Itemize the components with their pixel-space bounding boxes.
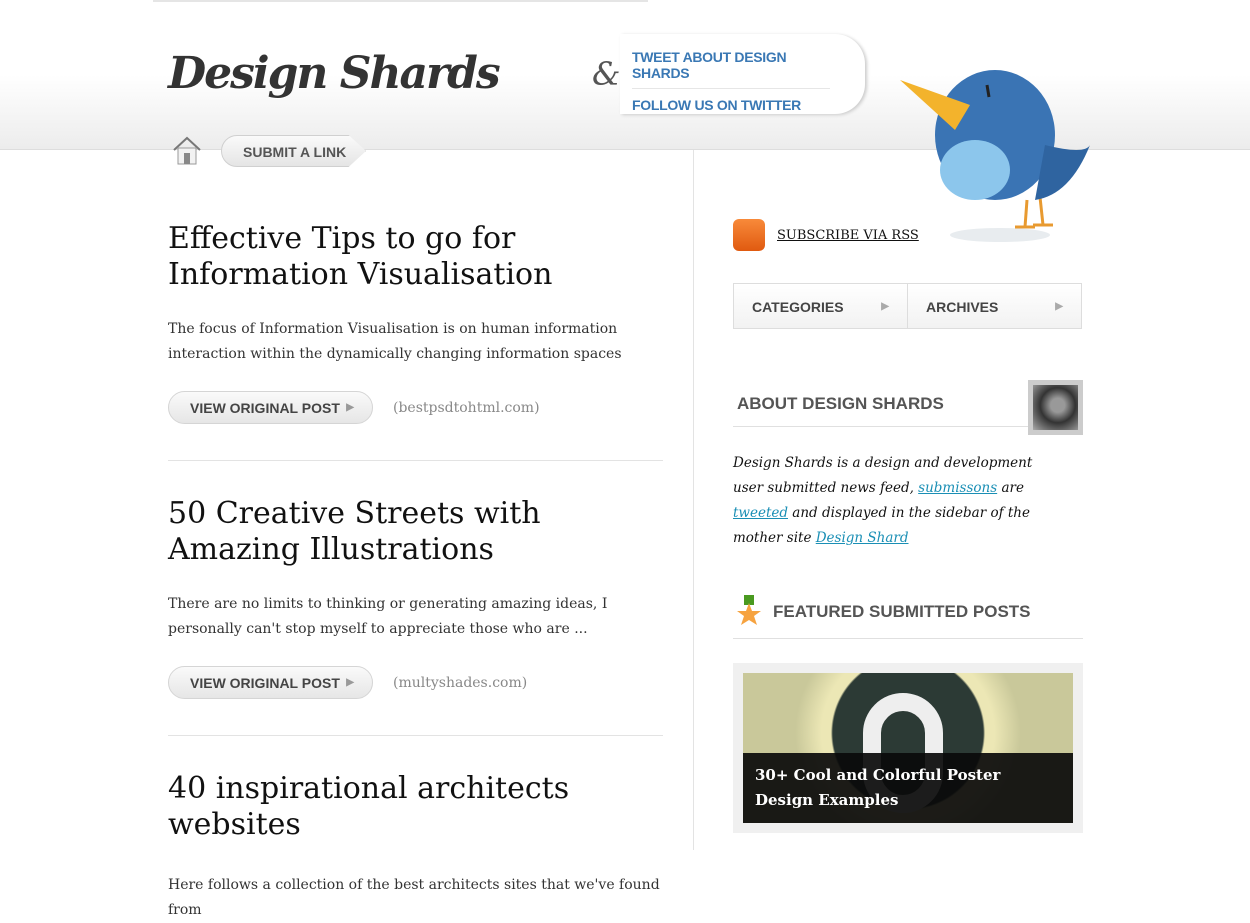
- view-original-post-button[interactable]: VIEW ORIGINAL POST ▶: [168, 391, 373, 424]
- post-excerpt: There are no limits to thinking or gener…: [168, 596, 608, 637]
- post-source: (multyshades.com): [393, 674, 528, 691]
- tweet-link[interactable]: TWEET ABOUT DESIGN SHARDS: [632, 49, 830, 89]
- home-icon[interactable]: [172, 136, 202, 166]
- twitter-speech-bubble: TWEET ABOUT DESIGN SHARDS FOLLOW US ON T…: [620, 34, 865, 114]
- top-divider: [153, 0, 648, 2]
- avatar: [1028, 380, 1083, 435]
- arrow-right-icon: ▶: [346, 677, 354, 688]
- post-title[interactable]: Effective Tips to go for Information Vis…: [168, 221, 663, 293]
- featured-post-image[interactable]: 30+ Cool and Colorful Poster Design Exam…: [743, 673, 1073, 823]
- featured-post-card[interactable]: 30+ Cool and Colorful Poster Design Exam…: [733, 663, 1083, 833]
- subscribe-rss-link[interactable]: SUBSCRIBE VIA RSS: [777, 228, 919, 243]
- post-source: (bestpsdtohtml.com): [393, 399, 540, 416]
- arrow-right-icon: ▶: [881, 301, 889, 312]
- post-excerpt: The focus of Information Visualisation i…: [168, 321, 622, 362]
- submit-link-button[interactable]: SUBMIT A LINK: [221, 135, 366, 167]
- twitter-bird-icon: [900, 70, 1090, 242]
- post-item: 50 Creative Streets with Amazing Illustr…: [168, 496, 663, 736]
- tab-label: ARCHIVES: [926, 299, 999, 315]
- sidebar-tabs: CATEGORIES ▶ ARCHIVES ▶: [733, 283, 1082, 329]
- post-divider: [168, 460, 663, 461]
- tab-label: CATEGORIES: [752, 299, 844, 315]
- rss-subscribe[interactable]: SUBSCRIBE VIA RSS: [733, 219, 919, 251]
- about-text-part: are: [997, 480, 1024, 496]
- follow-twitter-link[interactable]: FOLLOW US ON TWITTER: [632, 97, 865, 113]
- post-divider: [168, 735, 663, 736]
- post-title[interactable]: 40 inspirational architects websites: [168, 771, 663, 843]
- post-item: Effective Tips to go for Information Vis…: [168, 221, 663, 461]
- site-logo[interactable]: Design Shards: [168, 48, 501, 99]
- post-item: 40 inspirational architects websites Her…: [168, 771, 663, 923]
- tab-archives[interactable]: ARCHIVES ▶: [907, 284, 1081, 328]
- post-excerpt: Here follows a collection of the best ar…: [168, 877, 660, 918]
- tweeted-link[interactable]: tweeted: [733, 505, 788, 521]
- rss-icon: [733, 219, 765, 251]
- featured-post-title[interactable]: 30+ Cool and Colorful Poster Design Exam…: [743, 753, 1073, 823]
- post-title[interactable]: 50 Creative Streets with Amazing Illustr…: [168, 496, 663, 568]
- button-label: VIEW ORIGINAL POST: [190, 675, 340, 691]
- featured-heading: FEATURED SUBMITTED POSTS: [733, 602, 1083, 639]
- arrow-right-icon: ▶: [346, 402, 354, 413]
- ampersand: &: [592, 55, 621, 93]
- column-divider: [693, 150, 694, 850]
- design-shard-link[interactable]: Design Shard: [816, 530, 909, 546]
- about-text: Design Shards is a design and developmen…: [733, 451, 1063, 551]
- button-label: VIEW ORIGINAL POST: [190, 400, 340, 416]
- tab-categories[interactable]: CATEGORIES ▶: [734, 284, 907, 328]
- submissions-link[interactable]: submissons: [918, 480, 997, 496]
- view-original-post-button[interactable]: VIEW ORIGINAL POST ▶: [168, 666, 373, 699]
- arrow-right-icon: ▶: [1055, 301, 1063, 312]
